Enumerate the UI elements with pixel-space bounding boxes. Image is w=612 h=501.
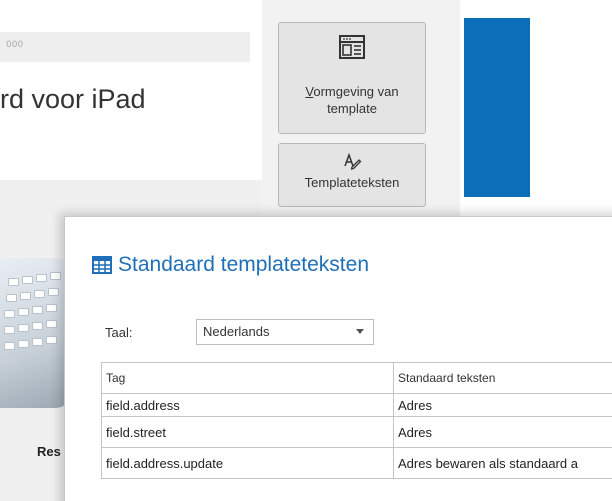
text-cell[interactable]: Adres bewaren als standaard a — [394, 448, 612, 478]
dialog-title-text: Standaard templateteksten — [118, 253, 369, 277]
templateteksten-button-label: Templateteksten — [304, 175, 400, 190]
tag-cell: field.street — [102, 417, 394, 447]
product-caption: Res — [37, 444, 61, 459]
blue-panel — [464, 18, 530, 197]
table-row[interactable]: field.street Adres — [102, 417, 612, 448]
layout-icon — [339, 35, 365, 59]
product-title: rd voor iPad — [0, 84, 146, 114]
table-row[interactable]: field.address Adres — [102, 394, 612, 417]
table-row[interactable]: field.address.update Adres bewaren als s… — [102, 448, 612, 479]
screen: 000 rd voor iPad Res Vormgeving van temp… — [0, 0, 612, 501]
table-header-row: Tag Standaard teksten — [102, 363, 612, 394]
layout-button-label-line2: template — [327, 101, 377, 116]
pen-text-icon — [344, 152, 362, 170]
template-texts-table: Tag Standaard teksten field.address Adre… — [101, 362, 612, 479]
breadcrumb: 000 — [0, 32, 250, 62]
ribbon-panel: Vormgeving van template Templateteksten — [262, 0, 461, 230]
column-header-standaard-teksten[interactable]: Standaard teksten — [394, 363, 612, 393]
keyboard-image — [0, 258, 70, 408]
chevron-down-icon — [356, 329, 364, 334]
grid-icon — [92, 256, 112, 275]
language-dropdown[interactable]: Nederlands — [196, 319, 374, 345]
breadcrumb-text: 000 — [6, 40, 24, 50]
layout-button-label-line1: Vormgeving van — [305, 84, 399, 99]
language-value: Nederlands — [203, 324, 270, 339]
dialog-title: Standaard templateteksten — [92, 253, 369, 277]
layout-template-button[interactable]: Vormgeving van template — [278, 22, 426, 134]
standaard-templateteksten-dialog: Standaard templateteksten Taal: Nederlan… — [64, 216, 612, 501]
templateteksten-button[interactable]: Templateteksten — [278, 143, 426, 207]
text-cell[interactable]: Adres — [394, 417, 612, 447]
column-header-tag[interactable]: Tag — [102, 363, 394, 393]
text-cell[interactable]: Adres — [394, 394, 612, 416]
tag-cell: field.address.update — [102, 448, 394, 478]
tag-cell: field.address — [102, 394, 394, 416]
preview-pane — [460, 0, 612, 230]
language-label: Taal: — [105, 325, 133, 340]
